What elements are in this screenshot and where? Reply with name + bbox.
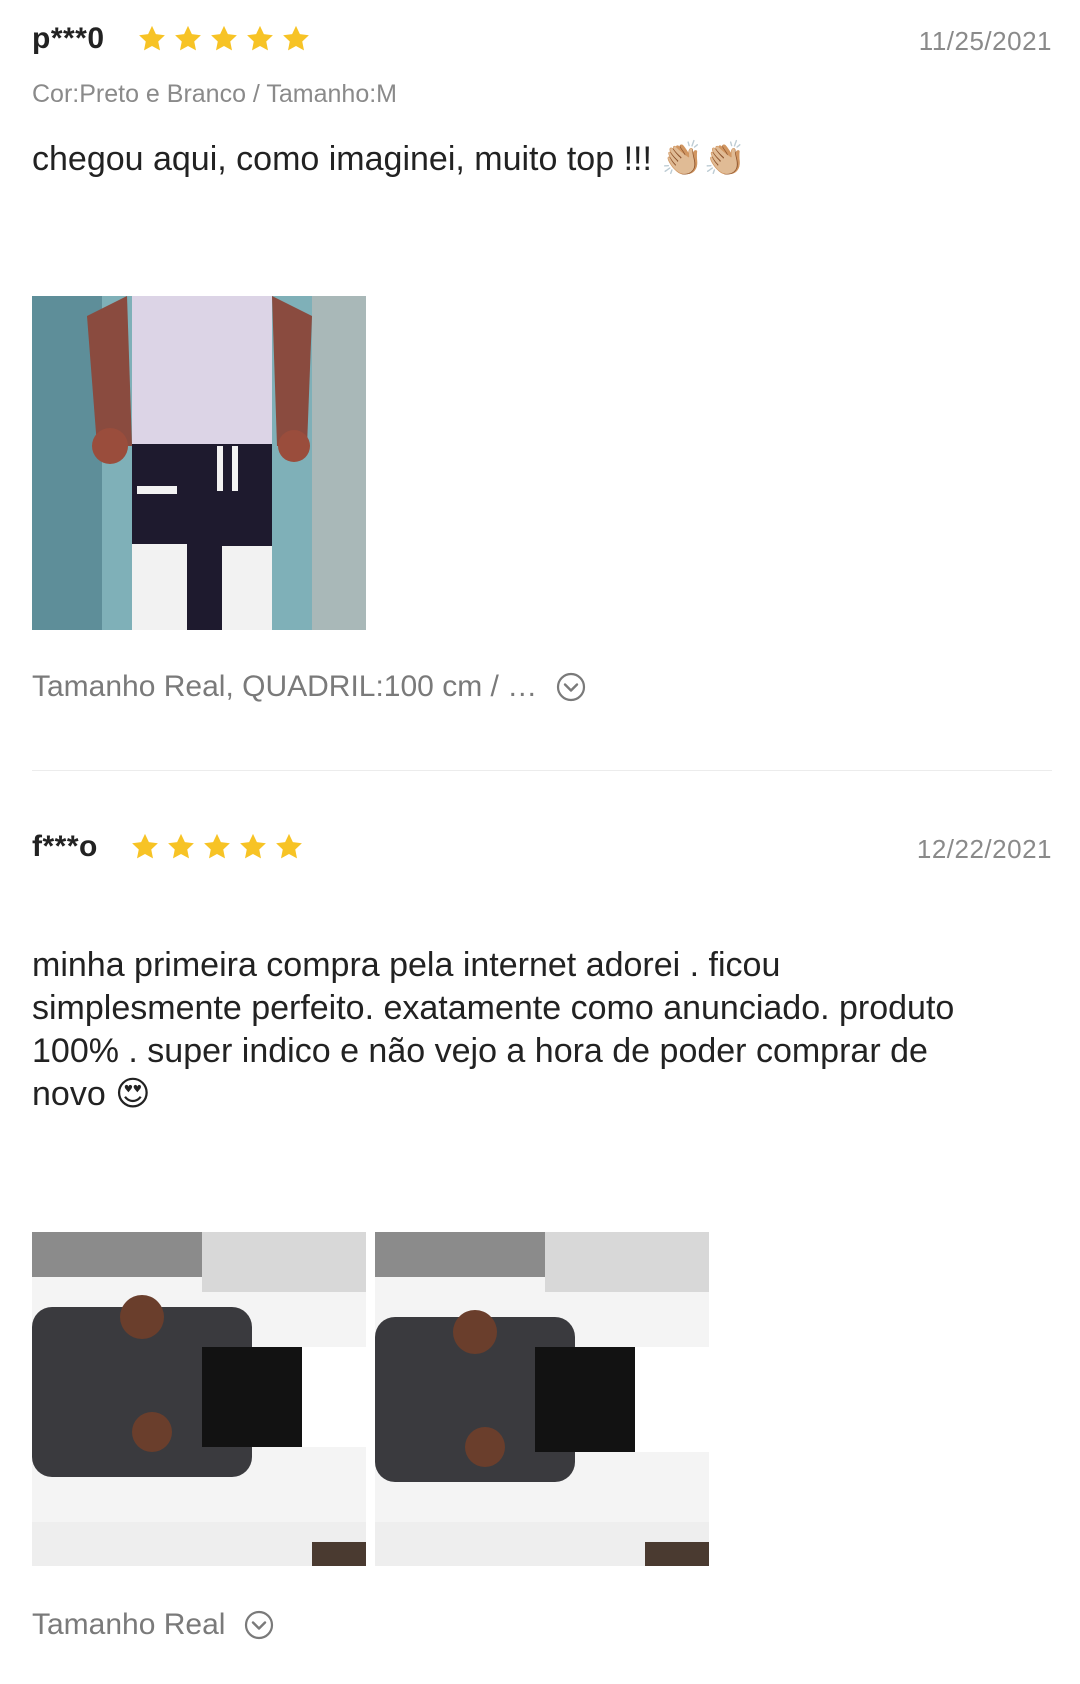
product-variant: Cor:Preto e Branco / Tamanho:M [32, 80, 397, 108]
star-icon [204, 833, 230, 859]
star-icon [132, 833, 158, 859]
star-icon [139, 25, 165, 51]
review-date: 12/22/2021 [916, 834, 1052, 864]
review-comment: minha primeira compra pela internet ador… [32, 946, 955, 1113]
reviewer-name: p***0 [32, 22, 105, 55]
size-info-text: Tamanho Real, QUADRIL:100 cm / … [32, 670, 538, 703]
review-photo[interactable] [32, 1232, 366, 1566]
review-card: p***0 11/25/2021 Cor:Preto e Branco / Ta… [32, 0, 1052, 703]
star-icon [211, 25, 237, 51]
review-divider [32, 770, 1052, 771]
size-info-row[interactable]: Tamanho Real [32, 1608, 275, 1642]
star-icon [168, 833, 194, 859]
review-photo[interactable] [32, 296, 366, 630]
review-comment: chegou aqui, como imaginei, muito top !!… [32, 140, 747, 178]
chevron-down-icon[interactable] [243, 1609, 275, 1641]
star-rating [137, 24, 311, 54]
star-icon [276, 833, 302, 859]
review-card: f***o 12/22/2021 minha primeira compra p… [32, 808, 1052, 1641]
review-date: 11/25/2021 [918, 26, 1052, 56]
chevron-down-icon[interactable] [555, 671, 587, 703]
star-icon [175, 25, 201, 51]
star-rating [130, 832, 304, 862]
review-photos [32, 1232, 709, 1566]
reviewer-name: f***o [32, 830, 98, 863]
star-icon [240, 833, 266, 859]
star-icon [283, 25, 309, 51]
review-header: f***o 12/22/2021 [32, 808, 1052, 892]
review-photos [32, 296, 366, 630]
review-photo[interactable] [375, 1232, 709, 1566]
review-header: p***0 11/25/2021 [32, 0, 1052, 84]
size-info-row[interactable]: Tamanho Real, QUADRIL:100 cm / … [32, 670, 587, 704]
size-info-text: Tamanho Real [32, 1608, 226, 1641]
star-icon [247, 25, 273, 51]
